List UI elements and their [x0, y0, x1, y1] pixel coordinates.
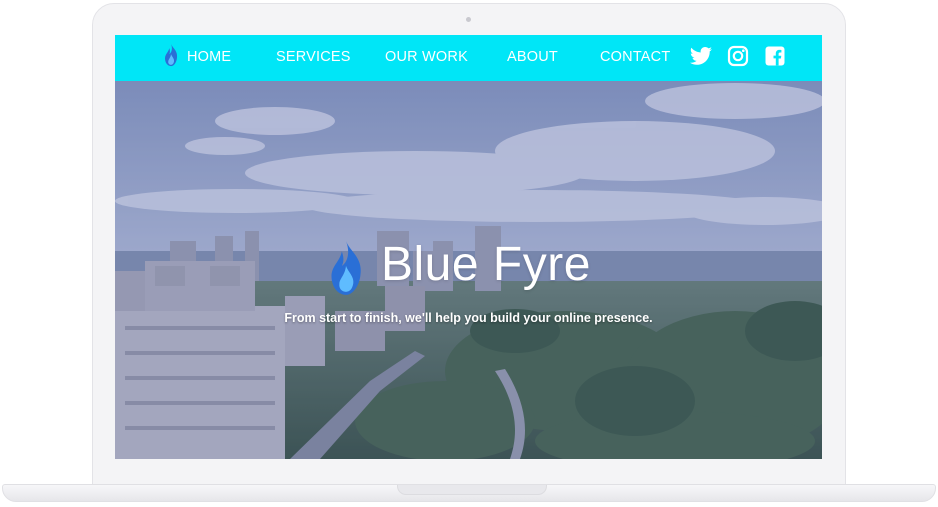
laptop-screen: HOME SERVICES OUR WORK ABOUT CONTACT Blu…: [115, 35, 822, 459]
flame-logo-icon[interactable]: [162, 43, 180, 67]
navbar: HOME SERVICES OUR WORK ABOUT CONTACT: [115, 35, 822, 81]
nav-home[interactable]: HOME: [187, 49, 231, 65]
nav-services[interactable]: SERVICES: [276, 49, 351, 65]
nav-about[interactable]: ABOUT: [507, 49, 558, 65]
laptop-base: [2, 484, 936, 502]
laptop-base-notch: [397, 485, 547, 495]
instagram-icon[interactable]: [726, 44, 750, 68]
webcam: [466, 17, 471, 22]
flame-logo-icon: [331, 241, 361, 295]
nav-contact[interactable]: CONTACT: [600, 49, 670, 65]
hero-tagline: From start to finish, we'll help you bui…: [284, 311, 653, 325]
twitter-icon[interactable]: [689, 44, 713, 68]
facebook-icon[interactable]: [763, 44, 787, 68]
nav-our-work[interactable]: OUR WORK: [385, 49, 468, 65]
brand-name: Blue Fyre: [381, 238, 591, 291]
hero-section: Blue Fyre From start to finish, we'll he…: [115, 81, 822, 459]
